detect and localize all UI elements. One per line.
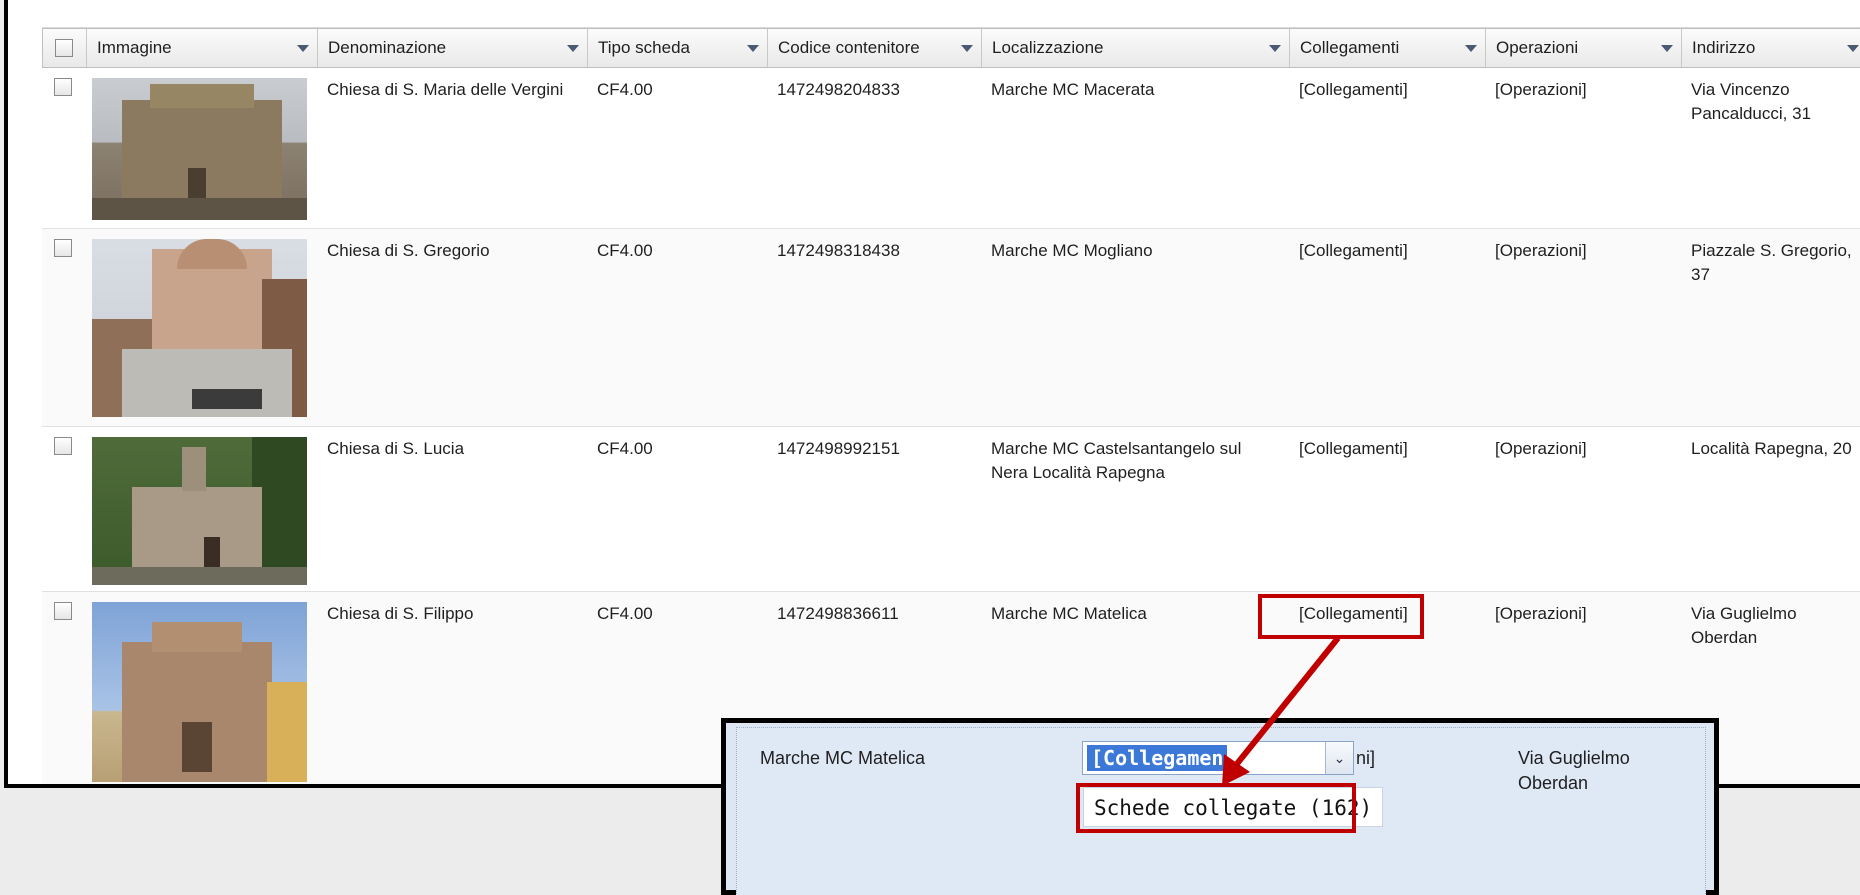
cell-indirizzo: Via Vincenzo Pancalducci, 31 [1691,80,1812,123]
table-row[interactable]: Chiesa di S. Maria delle Vergini CF4.00 … [42,68,1860,229]
column-menu-icon[interactable] [961,45,973,52]
column-label: Localizzazione [992,38,1104,57]
results-panel: Immagine Denominazione Tipo scheda Codic… [4,0,1860,788]
operazioni-link[interactable]: [Operazioni] [1485,229,1681,426]
results-grid: Immagine Denominazione Tipo scheda Codic… [42,0,1860,784]
cell-denominazione: Chiesa di S. Maria delle Vergini [327,80,564,99]
column-menu-icon[interactable] [297,45,309,52]
cell-localizzazione: Marche MC Mogliano [991,241,1153,260]
combobox-value: [Collegamen [1087,745,1228,771]
option-highlight [1076,783,1356,833]
row-checkbox[interactable] [42,427,86,591]
cell-tipo-scheda: CF4.00 [597,241,653,260]
zoom-localizzazione: Marche MC Matelica [760,748,926,768]
column-label: Operazioni [1496,38,1579,57]
operazioni-link[interactable]: [Operazioni] [1485,68,1681,228]
cell-denominazione: Chiesa di S. Gregorio [327,241,490,260]
column-label: Tipo scheda [598,38,690,57]
cell-localizzazione: Marche MC Castelsantangelo sul Nera Loca… [991,439,1242,482]
chevron-down-icon[interactable]: ⌄ [1325,742,1353,774]
column-label: Immagine [97,38,172,57]
cell-denominazione: Chiesa di S. Filippo [327,604,474,623]
column-label: Codice contenitore [778,38,920,57]
row-checkbox[interactable] [42,229,86,426]
column-header-denominazione[interactable]: Denominazione [318,29,588,67]
column-menu-icon[interactable] [1269,45,1281,52]
column-label: Indirizzo [1692,38,1756,57]
cell-tipo-scheda: CF4.00 [597,439,653,458]
column-header-immagine[interactable]: Immagine [87,29,318,67]
collegamenti-combobox[interactable]: [Collegamen ⌄ [1082,741,1354,775]
column-menu-icon[interactable] [747,45,759,52]
zoom-indirizzo: Via Guglielmo Oberdan [1518,748,1630,793]
row-checkbox[interactable] [42,592,86,784]
grid-toolbar [42,0,1860,28]
church-photo [92,437,307,585]
church-photo [92,78,307,220]
column-menu-icon[interactable] [567,45,579,52]
cell-denominazione: Chiesa di S. Lucia [327,439,465,458]
church-photo [92,602,307,782]
column-header-indirizzo[interactable]: Indirizzo [1682,29,1860,67]
zoom-operazioni-partial: ni] [1356,748,1376,768]
column-label: Denominazione [328,38,447,57]
select-all-checkbox[interactable] [43,29,87,67]
column-header-operazioni[interactable]: Operazioni [1486,29,1682,67]
column-header-codice-contenitore[interactable]: Codice contenitore [768,29,982,67]
column-menu-icon[interactable] [1847,45,1859,52]
cell-codice-contenitore: 1472498318438 [777,241,900,260]
table-row[interactable]: Chiesa di S. Lucia CF4.00 1472498992151 … [42,427,1860,592]
cell-indirizzo: Piazzale S. Gregorio, 37 [1691,241,1852,284]
column-label: Collegamenti [1300,38,1400,57]
row-image [86,68,317,228]
cell-codice-contenitore: 1472498204833 [777,80,900,99]
row-image [86,592,317,784]
column-header-collegamenti[interactable]: Collegamenti [1290,29,1486,67]
cell-tipo-scheda: CF4.00 [597,80,653,99]
column-menu-icon[interactable] [1661,45,1673,52]
grid-header: Immagine Denominazione Tipo scheda Codic… [42,28,1860,68]
collegamenti-highlight [1258,594,1424,639]
cell-localizzazione: Marche MC Macerata [991,80,1155,99]
operazioni-link[interactable]: [Operazioni] [1485,427,1681,591]
column-header-tipo-scheda[interactable]: Tipo scheda [588,29,768,67]
row-checkbox[interactable] [42,68,86,228]
column-header-localizzazione[interactable]: Localizzazione [982,29,1290,67]
row-image [86,229,317,426]
row-image [86,427,317,591]
cell-indirizzo: Località Rapegna, 20 [1691,439,1852,458]
column-menu-icon[interactable] [1465,45,1477,52]
church-photo [92,239,307,417]
cell-codice-contenitore: 1472498992151 [777,439,900,458]
collegamenti-link[interactable]: [Collegamenti] [1289,68,1485,228]
table-row[interactable]: Chiesa di S. Gregorio CF4.00 14724983184… [42,229,1860,427]
collegamenti-link[interactable]: [Collegamenti] [1289,229,1485,426]
collegamenti-link[interactable]: [Collegamenti] [1289,427,1485,591]
